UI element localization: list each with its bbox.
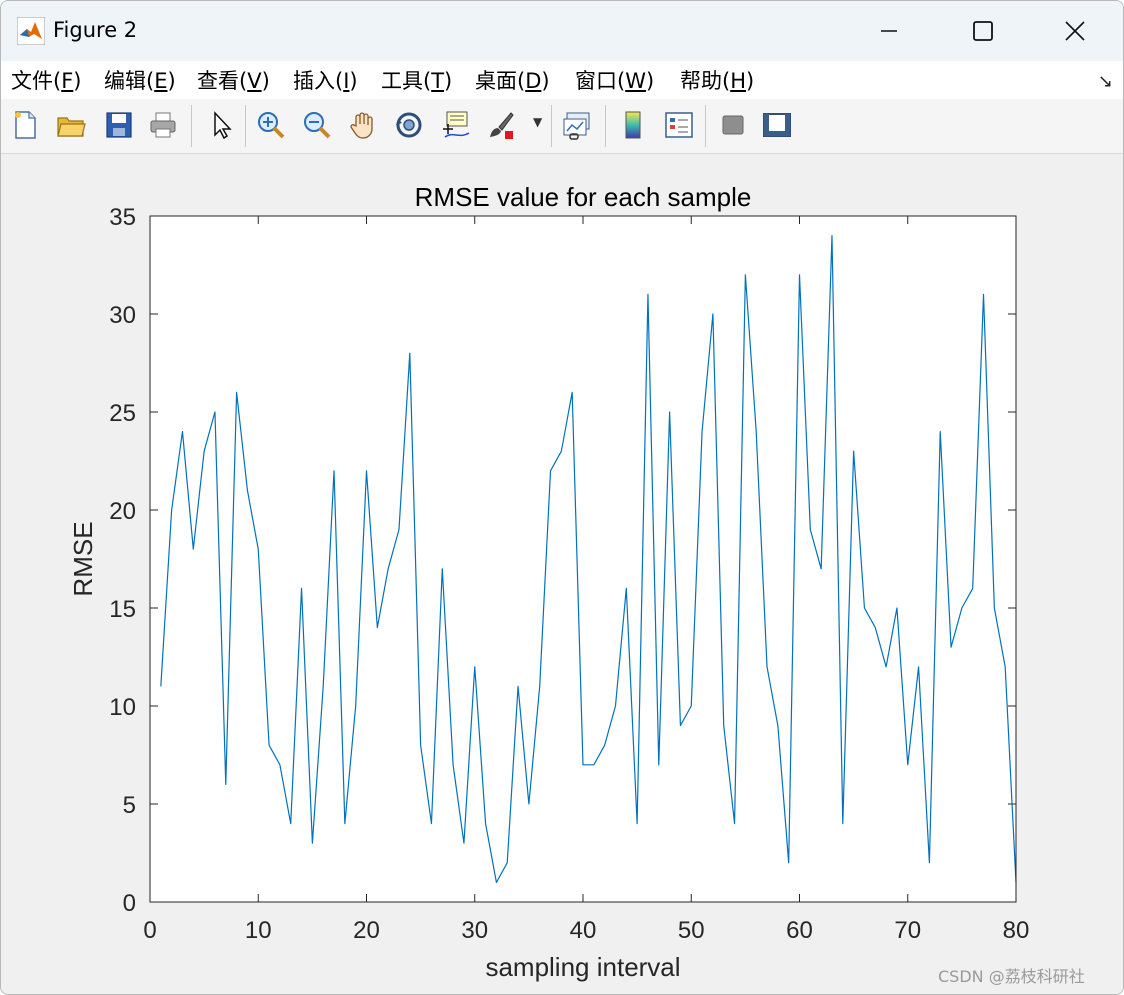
brush-dropdown-icon[interactable]: ▼	[533, 115, 542, 129]
legend-button[interactable]	[661, 107, 697, 143]
x-tick-label: 60	[786, 917, 813, 944]
menu-window[interactable]: 窗口(W)	[575, 65, 654, 95]
y-tick-label: 25	[109, 400, 136, 427]
close-icon	[1065, 21, 1085, 41]
menu-edit[interactable]: 编辑(E)	[104, 65, 176, 95]
zoom-in-icon	[258, 112, 285, 139]
toolbar-separator	[191, 105, 192, 147]
y-axis-label: RMSE	[68, 521, 98, 596]
link-plot-button[interactable]	[559, 107, 595, 143]
figure-window: Figure 2 文件(F) 编辑(E) 查看(V) 插入(I) 工具(T) 桌…	[0, 0, 1124, 995]
menu-bar: 文件(F) 编辑(E) 查看(V) 插入(I) 工具(T) 桌面(D) 窗口(W…	[1, 61, 1123, 99]
minimize-button[interactable]	[843, 1, 935, 61]
brush-button[interactable]	[483, 107, 519, 143]
x-tick-label: 80	[1003, 917, 1030, 944]
rotate-3d-icon	[396, 112, 422, 138]
zoom-out-icon	[304, 112, 331, 139]
brush-icon	[490, 112, 514, 139]
title-bar[interactable]: Figure 2	[1, 1, 1123, 61]
x-tick-label: 20	[353, 917, 380, 944]
y-tick-label: 15	[109, 596, 136, 623]
open-file-icon	[57, 117, 86, 137]
x-tick-label: 0	[143, 917, 156, 944]
new-figure-icon	[15, 111, 36, 139]
rotate-3d-button[interactable]	[391, 107, 427, 143]
figure-toolbar: ▼	[1, 99, 1123, 154]
x-tick-label: 70	[894, 917, 921, 944]
plot-area	[150, 216, 1016, 902]
watermark: CSDN @荔枝科研社	[938, 967, 1085, 986]
save-button[interactable]	[101, 107, 137, 143]
pan-button[interactable]	[345, 107, 381, 143]
y-tick-label: 0	[123, 890, 136, 917]
print-icon	[150, 112, 176, 138]
figure-canvas[interactable]: 0 10 20 30 40 50 60 70 80 0 5 10 15 20 25 30 35 RMSE valu…	[1, 154, 1123, 994]
colorbar-icon	[625, 111, 641, 139]
dock-arrow-icon[interactable]: ↘	[1098, 71, 1113, 92]
chart-title: RMSE value for each sample	[415, 182, 752, 212]
x-tick-label: 50	[678, 917, 705, 944]
toolbar-separator	[705, 105, 706, 147]
link-plot-icon	[563, 112, 590, 140]
data-cursor-icon	[443, 111, 470, 138]
maximize-button[interactable]	[937, 1, 1029, 61]
toolbar-separator	[605, 105, 606, 147]
y-tick-label: 10	[109, 694, 136, 721]
hide-plot-tools-icon	[722, 115, 744, 135]
y-tick-label: 20	[109, 498, 136, 525]
zoom-in-button[interactable]	[253, 107, 289, 143]
close-button[interactable]	[1029, 1, 1121, 61]
menu-desktop[interactable]: 桌面(D)	[475, 65, 550, 95]
data-cursor-button[interactable]	[437, 107, 473, 143]
zoom-out-button[interactable]	[299, 107, 335, 143]
x-tick-label: 10	[245, 917, 272, 944]
menu-help[interactable]: 帮助(H)	[680, 65, 754, 95]
matlab-logo-icon	[17, 17, 45, 45]
chart: 0 10 20 30 40 50 60 70 80 0 5 10 15 20 25 30 35 RMSE valu…	[68, 182, 1030, 982]
toolbar-separator	[551, 105, 552, 147]
y-tick-label: 5	[123, 792, 136, 819]
hide-plot-tools-button[interactable]	[715, 107, 751, 143]
legend-icon	[665, 112, 693, 138]
x-axis-label: sampling interval	[485, 952, 680, 982]
colorbar-button[interactable]	[615, 107, 651, 143]
toolbar-separator	[245, 105, 246, 147]
show-plot-tools-icon	[763, 113, 791, 137]
maximize-icon	[973, 21, 993, 41]
edit-plot-button[interactable]	[203, 107, 239, 143]
window-title: Figure 2	[53, 18, 138, 42]
pan-hand-icon	[350, 112, 373, 139]
y-tick-label: 30	[109, 302, 136, 329]
y-tick-label: 35	[109, 204, 136, 231]
x-tick-label: 30	[461, 917, 488, 944]
menu-tools[interactable]: 工具(T)	[381, 65, 452, 95]
show-plot-tools-button[interactable]	[759, 107, 795, 143]
menu-view[interactable]: 查看(V)	[197, 65, 270, 95]
menu-insert[interactable]: 插入(I)	[293, 65, 358, 95]
print-button[interactable]	[145, 107, 181, 143]
new-figure-button[interactable]	[7, 107, 43, 143]
minimize-icon	[881, 30, 897, 32]
x-tick-label: 40	[570, 917, 597, 944]
menu-file[interactable]: 文件(F)	[11, 65, 82, 95]
save-icon	[106, 112, 132, 138]
open-file-button[interactable]	[53, 107, 89, 143]
edit-pointer-icon	[214, 111, 232, 140]
